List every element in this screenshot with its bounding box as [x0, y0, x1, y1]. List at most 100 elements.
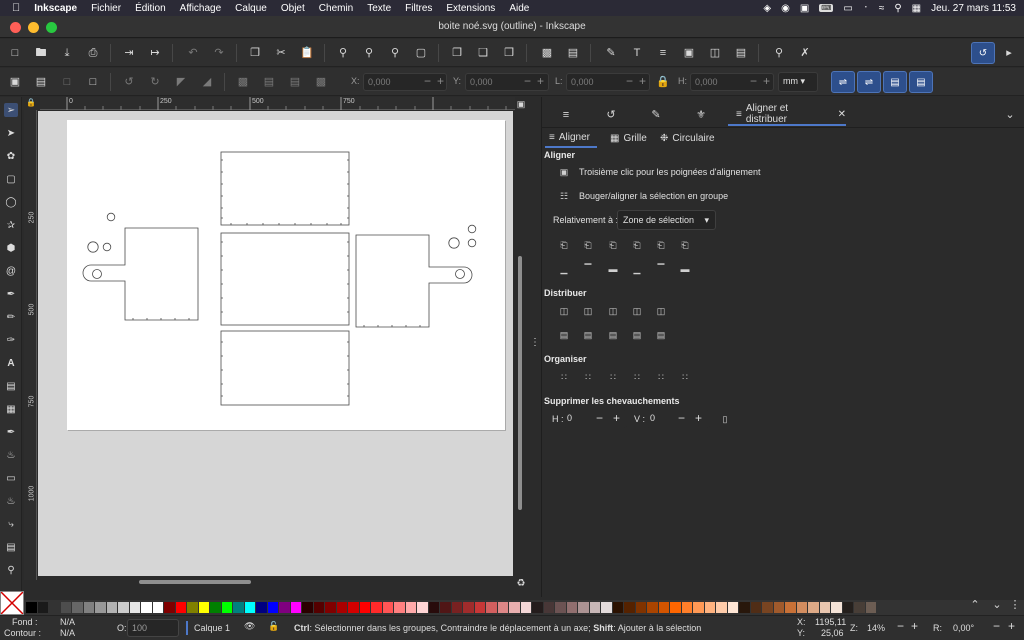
distribute-bottom-icon[interactable]: ▤ [606, 328, 620, 342]
palette-swatch[interactable] [589, 602, 600, 613]
align-text-anchors-icon[interactable]: ⎗ [678, 238, 692, 252]
exchange-clockwise-icon[interactable]: ∷ [630, 370, 644, 384]
palette-menu-icon[interactable]: ⋮ [1008, 598, 1022, 612]
palette-swatch[interactable] [440, 602, 451, 613]
select-all-layers-icon[interactable]: ▤ [34, 75, 48, 89]
x-field[interactable]: 0,000 [363, 73, 447, 91]
remove-overlaps-icon[interactable]: ▯ [718, 412, 732, 426]
hole-circle[interactable] [455, 269, 465, 279]
palette-swatch[interactable] [658, 602, 669, 613]
control-center-icon[interactable]: ▦ [912, 3, 921, 14]
palette-swatch[interactable] [37, 602, 48, 613]
star-tool-icon[interactable]: ✰ [4, 218, 18, 232]
scale-stroke-button[interactable]: ⇌ [831, 71, 855, 93]
connector-tool-icon[interactable]: ⤷ [4, 517, 18, 531]
overlap-h-decrement-button[interactable]: − [596, 411, 603, 425]
palette-swatch[interactable] [750, 602, 761, 613]
align-right-to-left-anchor-icon[interactable]: ⎗ [557, 238, 571, 252]
menu-filtres[interactable]: Filtres [405, 3, 432, 14]
select-all-icon[interactable]: ▣ [8, 75, 22, 89]
box-drawing[interactable] [67, 120, 505, 430]
wifi-icon[interactable]: ≈ [879, 3, 885, 14]
width-field[interactable]: 0,000 [566, 73, 650, 91]
bluetooth-icon[interactable]: ᛫ [863, 3, 869, 14]
palette-swatch[interactable] [187, 602, 198, 613]
unlink-clone-icon[interactable]: ❒ [502, 46, 516, 60]
rotate-cw-button[interactable]: + [1008, 619, 1015, 633]
palette-swatch[interactable] [693, 602, 704, 613]
distribute-baselines-h-icon[interactable]: ◫ [654, 304, 668, 318]
apple-icon[interactable]:  [12, 2, 20, 14]
palette-swatch[interactable] [164, 602, 175, 613]
redo-icon[interactable]: ↷ [212, 46, 226, 60]
box-panel-left[interactable] [82, 227, 199, 321]
ellipse-tool-icon[interactable]: ◯ [4, 195, 18, 209]
distribute-left-icon[interactable]: ◫ [557, 304, 571, 318]
open-document-icon[interactable]: 🖿 [34, 46, 48, 60]
hole-circle[interactable] [92, 269, 102, 279]
menubar-datetime[interactable]: Jeu. 27 mars 11:53 [931, 3, 1016, 14]
palette-swatch[interactable] [647, 602, 658, 613]
palette-swatch[interactable] [129, 602, 140, 613]
dock-tab-fill-icon[interactable]: ✎ [649, 108, 663, 122]
snap-toggle-button[interactable]: ↺ [971, 42, 995, 64]
overlap-v-increment-button[interactable]: + [695, 411, 702, 425]
distribute-gaps-v-icon[interactable]: ▤ [630, 328, 644, 342]
export-icon[interactable]: ↦ [148, 46, 162, 60]
layer-lock-icon[interactable]: 🔓 [268, 621, 279, 632]
paint-bucket-tool-icon[interactable]: ♨ [4, 448, 18, 462]
search-icon[interactable]: ⚲ [894, 3, 901, 14]
subtab-grille[interactable]: ▦ Grille [610, 129, 647, 148]
palette-swatch[interactable] [256, 602, 267, 613]
ungroup-icon[interactable]: ▤ [566, 46, 580, 60]
palette-swatch[interactable] [95, 602, 106, 613]
deselect-icon[interactable]: □ [60, 75, 74, 89]
distribute-gaps-h-icon[interactable]: ◫ [630, 304, 644, 318]
pen-tool-icon[interactable]: ✒ [4, 287, 18, 301]
hole-circle[interactable] [106, 212, 116, 222]
menu-aide[interactable]: Aide [509, 3, 529, 14]
palette-swatch[interactable] [336, 602, 347, 613]
lock-icon[interactable]: 🔒 [656, 75, 670, 89]
palette-swatch[interactable] [555, 602, 566, 613]
hole-circle[interactable] [102, 242, 112, 252]
zoom-drawing-icon[interactable]: ⚲ [362, 46, 376, 60]
tweak-tool-icon[interactable]: ✿ [4, 149, 18, 163]
minimize-window-button[interactable] [28, 22, 39, 33]
palette-scroll-down-icon[interactable]: ⌄ [990, 598, 1004, 612]
palette-swatch[interactable] [118, 602, 129, 613]
opacity-field[interactable]: 100 [127, 619, 179, 637]
align-bottom-to-top-anchor-icon[interactable]: ▁ [557, 262, 571, 276]
spiral-tool-icon[interactable]: @ [4, 264, 18, 278]
box-panel-top[interactable] [220, 151, 350, 226]
copy-icon[interactable]: ❐ [248, 46, 262, 60]
snap-options-icon[interactable]: ▸ [1002, 46, 1016, 60]
palette-swatch[interactable] [796, 602, 807, 613]
align-left-to-right-anchor-icon[interactable]: ⎗ [654, 238, 668, 252]
align-bottom-edges-icon[interactable]: ▁ [630, 262, 644, 276]
menu-affichage[interactable]: Affichage [180, 3, 222, 14]
layers-icon[interactable]: ≡ [656, 46, 670, 60]
box-panel-right[interactable] [355, 234, 473, 328]
selector-tool-icon[interactable]: ➢ [4, 103, 18, 117]
status-icon[interactable]: ◉ [781, 3, 790, 14]
move-patterns-button[interactable]: ▤ [909, 71, 933, 93]
palette-swatch[interactable] [198, 602, 209, 613]
palette-swatch[interactable] [244, 602, 255, 613]
align-left-edges-icon[interactable]: ⎗ [581, 238, 595, 252]
palette-swatch[interactable] [842, 602, 853, 613]
palette-swatch[interactable] [359, 602, 370, 613]
palette-swatch[interactable] [831, 602, 842, 613]
height-field[interactable]: 0,000 [690, 73, 774, 91]
touch-select-icon[interactable]: □ [86, 75, 100, 89]
document-properties-icon[interactable]: ▤ [734, 46, 748, 60]
horizontal-scrollbar[interactable] [139, 580, 251, 584]
no-paint-swatch[interactable] [0, 591, 24, 615]
palette-swatch[interactable] [762, 602, 773, 613]
menu-chemin[interactable]: Chemin [319, 3, 353, 14]
palette-swatch[interactable] [279, 602, 290, 613]
fill-value[interactable]: N/A [60, 617, 75, 627]
group-icon[interactable]: ▩ [540, 46, 554, 60]
palette-swatch[interactable] [382, 602, 393, 613]
box-panel-bottom[interactable] [220, 330, 350, 406]
